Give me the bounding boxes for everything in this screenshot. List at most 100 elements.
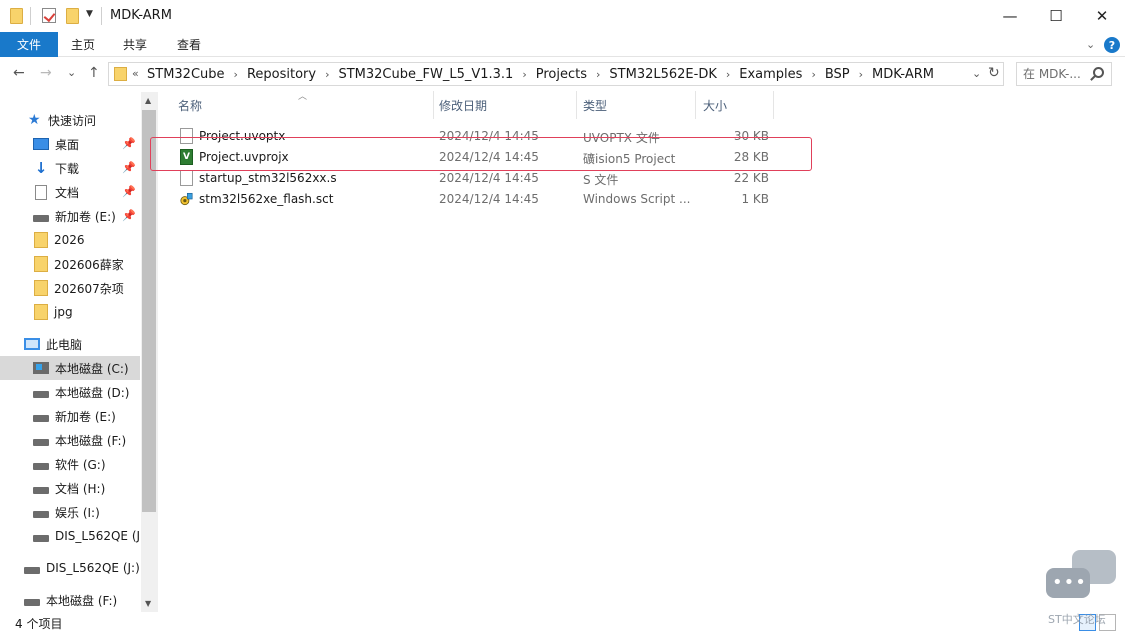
chevron-right-icon[interactable]: › (522, 68, 526, 81)
new-folder-icon[interactable] (66, 8, 79, 24)
desktop-icon (33, 138, 49, 150)
chevron-right-icon[interactable]: › (325, 68, 329, 81)
drive-icon (33, 414, 49, 422)
scroll-up-icon[interactable]: ▲ (145, 96, 151, 105)
sidebar-item-folder[interactable]: 202606薛家 (0, 252, 140, 276)
address-history-dropdown-icon[interactable]: ⌄ (972, 67, 981, 80)
breadcrumb: STM32Cube › Repository › STM32Cube_FW_L5… (147, 66, 934, 82)
breadcrumb-item[interactable]: STM32Cube_FW_L5_V1.3.1 (338, 67, 513, 82)
pin-icon[interactable]: 📌 (122, 161, 136, 174)
drive-icon (33, 390, 49, 398)
breadcrumb-item[interactable]: Examples (739, 67, 802, 82)
tab-file[interactable]: 文件 (0, 32, 58, 57)
sidebar-item-volume-e[interactable]: 新加卷 (E:) 📌 (0, 204, 140, 228)
file-size: 22 KB (733, 171, 769, 185)
breadcrumb-item[interactable]: BSP (825, 67, 850, 82)
sidebar-item-label: 本地磁盘 (D:) (55, 385, 130, 400)
file-row[interactable]: startup_stm32l562xx.s 2024/12/4 14:45 S … (170, 168, 780, 189)
tab-share[interactable]: 共享 (123, 32, 147, 57)
sidebar-item-this-pc[interactable]: 此电脑 (0, 332, 140, 356)
sidebar-item-quick-access[interactable]: ★ 快速访问 (0, 108, 140, 132)
chevron-right-icon[interactable]: › (859, 68, 863, 81)
recent-locations-button[interactable]: ⌄ (67, 66, 76, 79)
sidebar-item-documents[interactable]: 文档 📌 (0, 180, 140, 204)
sidebar-item-downloads[interactable]: ↓ 下载 📌 (0, 156, 140, 180)
breadcrumb-item[interactable]: STM32Cube (147, 67, 225, 82)
sidebar-item-label: DIS_L562QE (J:) (55, 529, 149, 543)
chevron-right-icon[interactable]: › (596, 68, 600, 81)
search-icon[interactable] (1093, 67, 1104, 78)
sidebar-item-folder[interactable]: 202607杂项 (0, 276, 140, 300)
column-divider[interactable] (773, 91, 774, 119)
file-name: startup_stm32l562xx.s (199, 171, 337, 185)
address-bar[interactable]: « STM32Cube › Repository › STM32Cube_FW_… (108, 62, 1004, 86)
refresh-icon[interactable]: ↻ (988, 65, 1000, 81)
tab-home[interactable]: 主页 (71, 32, 95, 57)
drive-icon (24, 598, 40, 606)
forward-button[interactable]: → (40, 65, 52, 81)
properties-icon[interactable] (42, 8, 56, 23)
sidebar-item-removable-drive[interactable]: DIS_L562QE (J:) (0, 556, 140, 580)
sidebar-item-folder[interactable]: 2026 (0, 228, 140, 252)
document-icon (35, 184, 47, 200)
sidebar-item-network-drive[interactable]: 本地磁盘 (F:) (0, 588, 140, 612)
close-button[interactable]: ✕ (1079, 0, 1125, 32)
column-header-type[interactable]: 类型 (583, 91, 695, 119)
minimize-button[interactable]: — (987, 0, 1033, 32)
item-count: 4 个项目 (15, 617, 63, 631)
help-icon[interactable]: ? (1104, 37, 1120, 53)
search-input[interactable] (1023, 66, 1089, 82)
sidebar-item-drive[interactable]: 本地磁盘 (D:) (0, 380, 140, 404)
column-divider[interactable] (433, 91, 434, 119)
quick-access-dropdown-icon[interactable]: ▼ (86, 9, 93, 19)
sidebar-item-desktop[interactable]: 桌面 📌 (0, 132, 140, 156)
sidebar-item-label: 202607杂项 (54, 281, 124, 296)
column-header-size[interactable]: 大小 (703, 91, 773, 119)
sidebar-item-drive[interactable]: 娱乐 (I:) (0, 500, 140, 524)
chevron-right-icon[interactable]: › (726, 68, 730, 81)
tab-view[interactable]: 查看 (177, 32, 201, 57)
breadcrumb-item[interactable]: STM32L562E-DK (609, 67, 716, 82)
drive-icon (33, 510, 49, 518)
column-divider[interactable] (576, 91, 577, 119)
file-row[interactable]: stm32l562xe_flash.sct 2024/12/4 14:45 Wi… (170, 189, 780, 210)
sidebar-item-label: 快速访问 (48, 113, 97, 128)
pin-icon[interactable]: 📌 (122, 185, 136, 198)
file-date: 2024/12/4 14:45 (439, 192, 539, 206)
up-button[interactable]: ↑ (88, 65, 100, 81)
address-overflow-button[interactable]: « (132, 67, 139, 80)
file-type: Windows Script ... (583, 192, 691, 206)
chevron-right-icon[interactable]: › (811, 68, 815, 81)
sidebar-item-drive[interactable]: 软件 (G:) (0, 452, 140, 476)
pin-icon[interactable]: 📌 (122, 209, 136, 222)
maximize-button[interactable]: ☐ (1033, 0, 1079, 32)
sidebar-item-drive[interactable]: 本地磁盘 (F:) (0, 428, 140, 452)
sidebar-item-label: 桌面 (55, 137, 80, 152)
column-header-name[interactable]: 名称 (178, 91, 433, 119)
sidebar-item-label: 文档 (H:) (55, 481, 106, 496)
ribbon-expand-icon[interactable]: ⌄ (1086, 38, 1095, 51)
chevron-right-icon[interactable]: › (234, 68, 238, 81)
pin-icon[interactable]: 📌 (122, 137, 136, 150)
navigation-pane: ★ 快速访问 桌面 📌 ↓ 下载 📌 文档 📌 新加卷 (E:) 📌 2026 … (0, 91, 158, 613)
breadcrumb-item[interactable]: Projects (536, 67, 587, 82)
scroll-down-icon[interactable]: ▼ (145, 599, 151, 608)
drive-icon (33, 214, 49, 222)
column-divider[interactable] (695, 91, 696, 119)
sidebar-item-drive[interactable]: 文档 (H:) (0, 476, 140, 500)
sidebar-item-label: 新加卷 (E:) (55, 409, 116, 424)
folder-icon (34, 256, 48, 272)
sidebar-item-folder[interactable]: jpg (0, 300, 140, 324)
column-header-date[interactable]: 修改日期 (439, 91, 577, 119)
sidebar-item-drive[interactable]: DIS_L562QE (J:) (0, 524, 149, 548)
sidebar-item-drive[interactable]: 新加卷 (E:) (0, 404, 140, 428)
breadcrumb-item[interactable]: Repository (247, 67, 316, 82)
sidebar-item-label: jpg (54, 305, 73, 319)
forum-watermark: ••• ST中文论坛 (1044, 548, 1118, 626)
sidebar-item-label: 软件 (G:) (55, 457, 106, 472)
back-button[interactable]: ← (13, 65, 25, 81)
sidebar-item-drive-c[interactable]: 本地磁盘 (C:) (0, 356, 140, 380)
breadcrumb-item[interactable]: MDK-ARM (872, 67, 934, 82)
title-bar: ▼ MDK-ARM — ☐ ✕ (0, 0, 1125, 32)
search-box[interactable] (1016, 62, 1112, 86)
